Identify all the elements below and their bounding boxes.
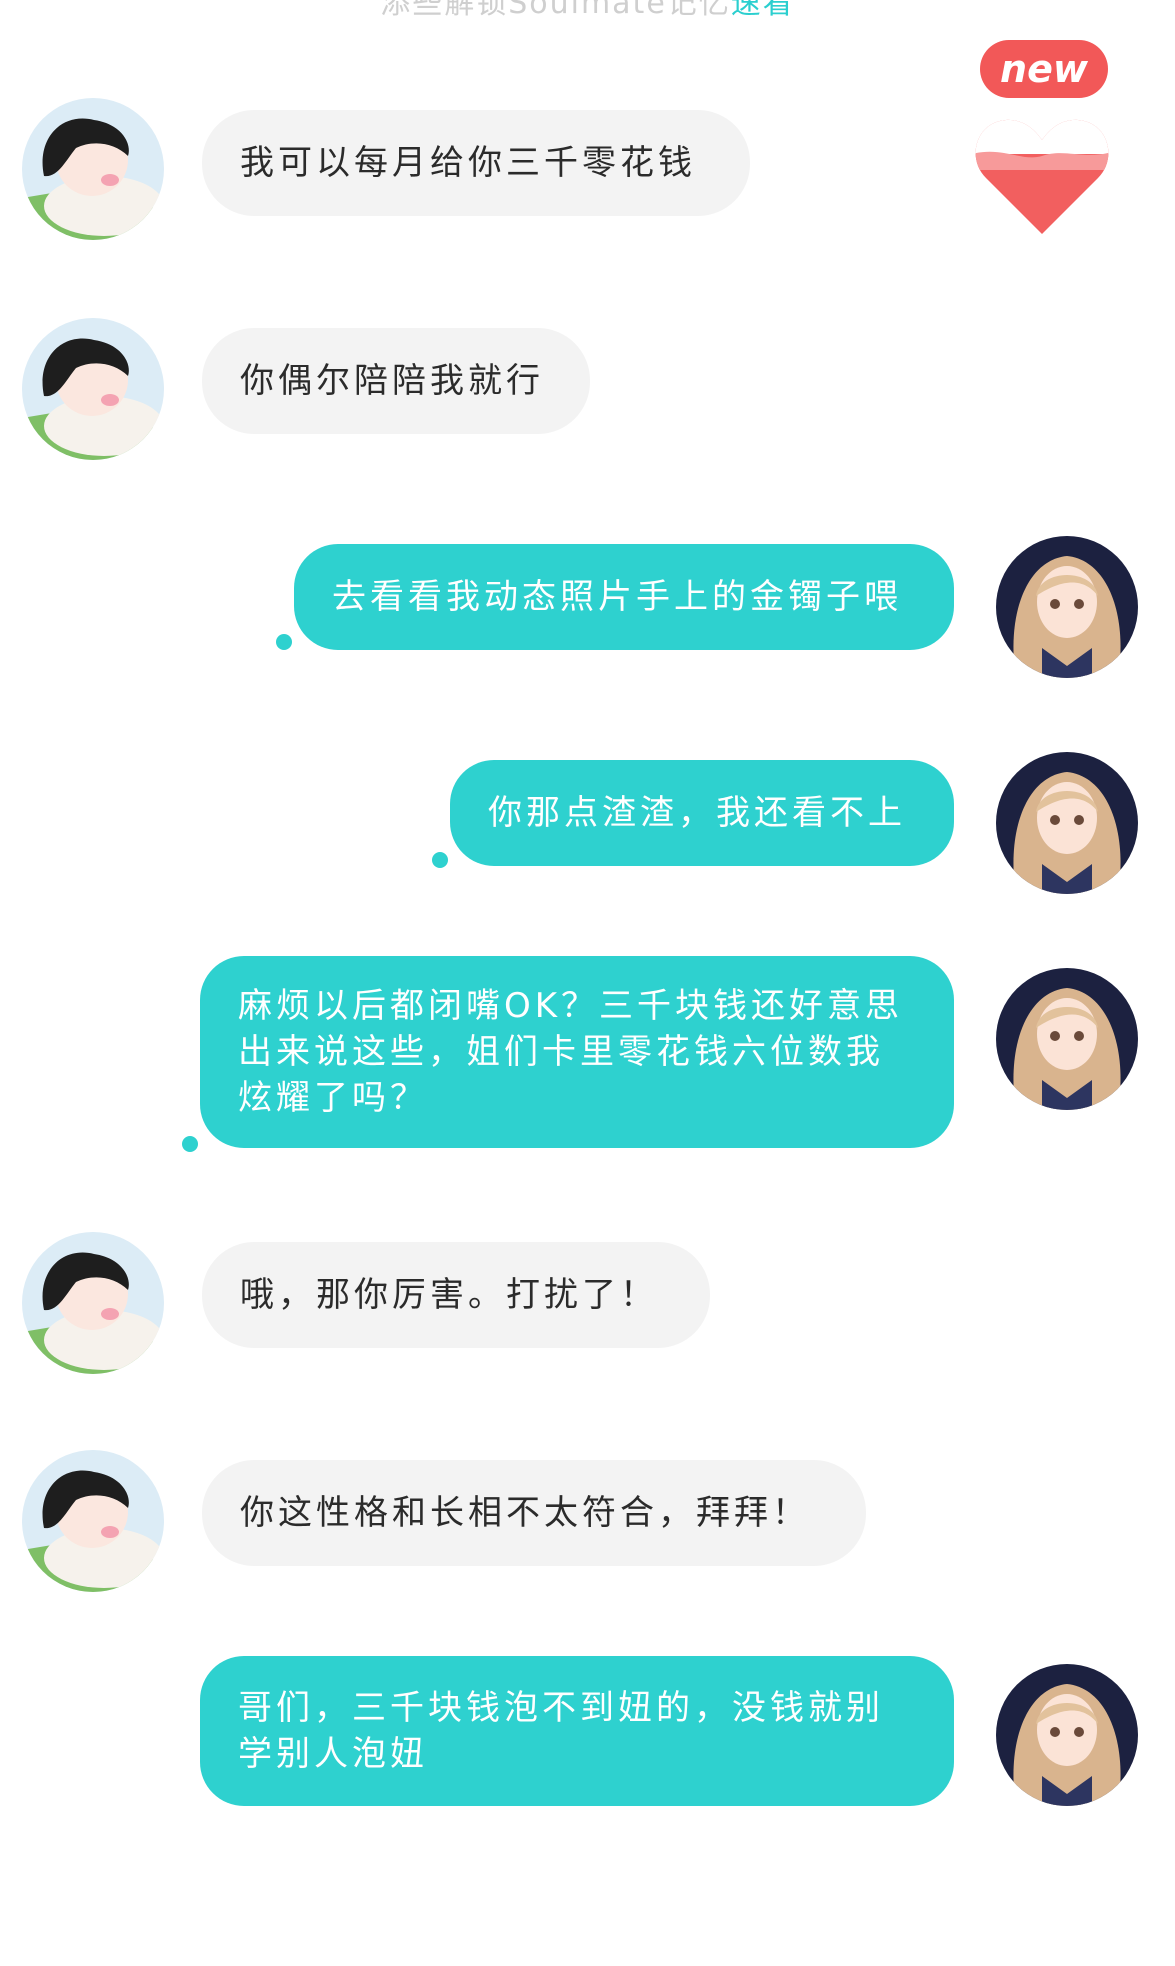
boy-avatar-icon <box>22 318 164 460</box>
boy-avatar-icon <box>22 1232 164 1374</box>
girl-avatar-icon <box>996 752 1138 894</box>
unlock-hint-text: 添些解锁Soulmate记忆 <box>380 0 731 21</box>
message-text: 你这性格和长相不太符合，拜拜！ <box>240 1493 810 1533</box>
girl-avatar-icon <box>996 968 1138 1110</box>
avatar-boy[interactable] <box>22 1232 164 1374</box>
boy-avatar-icon <box>22 98 164 240</box>
unlock-hint[interactable]: 添些解锁Soulmate记忆速看 <box>0 0 1175 21</box>
avatar-boy[interactable] <box>22 1450 164 1592</box>
message-text: 去看看我动态照片手上的金镯子喂 <box>332 577 902 617</box>
boy-avatar-icon <box>22 1450 164 1592</box>
message-bubble[interactable]: 你偶尔陪陪我就行 <box>202 328 590 434</box>
avatar-girl[interactable] <box>996 536 1138 678</box>
girl-avatar-icon <box>996 1664 1138 1806</box>
message-bubble[interactable]: 哦，那你厉害。打扰了！ <box>202 1242 710 1348</box>
bubble-tail-dot <box>432 852 448 868</box>
message-bubble[interactable]: 我可以每月给你三千零花钱 <box>202 110 750 216</box>
message-text: 你偶尔陪陪我就行 <box>240 361 544 401</box>
message-bubble[interactable]: 你那点渣渣，我还看不上 <box>450 760 954 866</box>
message-text: 你那点渣渣，我还看不上 <box>488 793 906 833</box>
avatar-girl[interactable] <box>996 1664 1138 1806</box>
avatar-girl[interactable] <box>996 968 1138 1110</box>
message-text: 哦，那你厉害。打扰了！ <box>240 1275 658 1315</box>
quick-view-link[interactable]: 速看 <box>731 0 795 21</box>
message-bubble[interactable]: 麻烦以后都闭嘴OK？三千块钱还好意思出来说这些，姐们卡里零花钱六位数我炫耀了吗？ <box>200 956 954 1148</box>
message-bubble[interactable]: 你这性格和长相不太符合，拜拜！ <box>202 1460 866 1566</box>
message-text: 哥们，三千块钱泡不到妞的，没钱就别学别人泡妞 <box>238 1688 884 1774</box>
message-bubble[interactable]: 哥们，三千块钱泡不到妞的，没钱就别学别人泡妞 <box>200 1656 954 1806</box>
message-text: 麻烦以后都闭嘴OK？三千块钱还好意思出来说这些，姐们卡里零花钱六位数我炫耀了吗？ <box>238 986 904 1118</box>
heart-icon[interactable] <box>972 112 1112 240</box>
message-text: 我可以每月给你三千零花钱 <box>240 143 696 183</box>
new-badge: new <box>980 40 1108 98</box>
bubble-tail-dot <box>276 634 292 650</box>
bubble-tail-dot <box>182 1136 198 1152</box>
avatar-girl[interactable] <box>996 752 1138 894</box>
message-bubble[interactable]: 去看看我动态照片手上的金镯子喂 <box>294 544 954 650</box>
avatar-boy[interactable] <box>22 98 164 240</box>
avatar-boy[interactable] <box>22 318 164 460</box>
girl-avatar-icon <box>996 536 1138 678</box>
